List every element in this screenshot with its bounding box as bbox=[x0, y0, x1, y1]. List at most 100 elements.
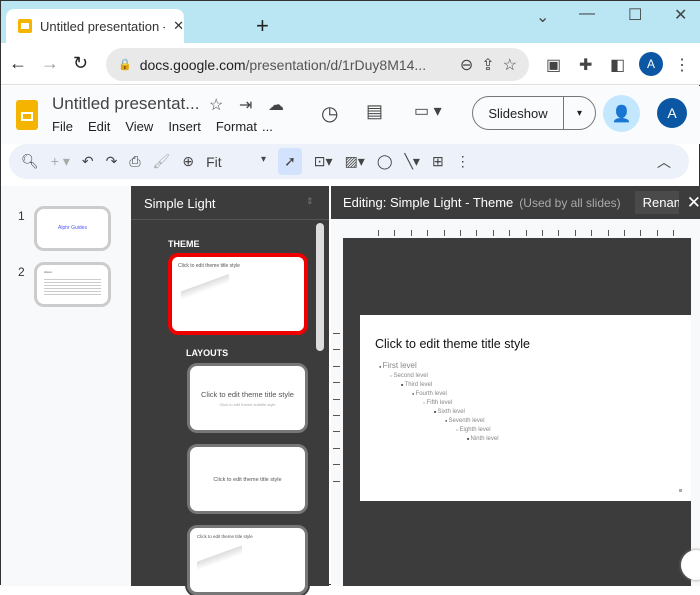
bullet-level-2[interactable]: ○ Second level bbox=[390, 373, 428, 379]
zoom-select[interactable]: Fit ▾ bbox=[206, 154, 266, 170]
slide-title[interactable]: Click to edit theme title style bbox=[375, 337, 530, 351]
ruler-tick bbox=[574, 230, 576, 236]
search-menus-icon[interactable]: 🔍︎ bbox=[21, 153, 39, 170]
layout-section-header[interactable]: Click to edit theme title style bbox=[185, 442, 310, 516]
minimize-button[interactable]: — bbox=[579, 5, 595, 23]
menu-more[interactable]: ... bbox=[262, 119, 273, 134]
theme-master-slide[interactable]: Click to edit theme title style ● First … bbox=[360, 315, 691, 501]
thumb-title: Click to edit theme title style bbox=[213, 477, 282, 483]
paint-format-icon[interactable]: 🖌︎ bbox=[153, 153, 171, 170]
new-tab-button[interactable]: + bbox=[256, 13, 269, 39]
redo-icon[interactable]: ↷ bbox=[106, 153, 118, 170]
editor-heading: Editing: Simple Light - Theme bbox=[343, 195, 514, 210]
version-history-icon[interactable]: ◷ bbox=[321, 101, 338, 126]
browser-menu-icon[interactable]: ⋮ bbox=[674, 55, 690, 75]
thumb-title: Click to edit theme title style bbox=[201, 390, 294, 399]
forward-icon[interactable]: → bbox=[41, 53, 59, 74]
rename-button[interactable]: Rename bbox=[634, 191, 679, 214]
meet-icon[interactable]: ▭ ▾ bbox=[414, 101, 442, 121]
layout-title-slide[interactable]: Click to edit theme title style Click to … bbox=[185, 361, 310, 435]
url-input[interactable]: 🔒 docs.google.com/presentation/d/1rDuy8M… bbox=[106, 48, 529, 81]
undo-icon[interactable]: ↶ bbox=[82, 153, 94, 170]
close-window-button[interactable]: ✕ bbox=[674, 5, 687, 25]
star-icon[interactable]: ☆ bbox=[209, 95, 223, 115]
browser-tab[interactable]: Untitled presentation - Google Slides ✕ bbox=[6, 9, 184, 43]
tab-search-icon[interactable]: ⌄ bbox=[536, 7, 549, 27]
print-icon[interactable]: ⎙ bbox=[129, 153, 140, 170]
menu-file[interactable]: File bbox=[52, 119, 73, 134]
filmstrip: 1 Alphr Guides 2 About bbox=[1, 186, 131, 586]
ruler-tick bbox=[427, 230, 429, 236]
editor-subheading: (Used by all slides) bbox=[519, 195, 621, 210]
bullet-level-9[interactable]: ■ Ninth level bbox=[467, 436, 499, 442]
menu-edit[interactable]: Edit bbox=[88, 119, 110, 134]
bullet-level-3[interactable]: ■ Third level bbox=[401, 382, 432, 388]
shape-icon[interactable]: ◯ bbox=[377, 153, 393, 170]
level-text: Sixth level bbox=[437, 409, 465, 415]
close-tab-icon[interactable]: ✕ bbox=[173, 18, 184, 34]
sort-icon[interactable]: ⇕ bbox=[306, 196, 314, 207]
level-text: Seventh level bbox=[448, 418, 485, 424]
ruler-tick bbox=[492, 230, 494, 236]
theme-label: THEME bbox=[168, 239, 200, 249]
ruler-tick bbox=[378, 230, 379, 236]
ruler-tick bbox=[656, 230, 658, 236]
ruler-tick bbox=[673, 230, 675, 236]
zoom-icon[interactable]: ⊕ bbox=[182, 153, 194, 170]
ruler-tick bbox=[607, 230, 609, 236]
theme-panel-title: Simple Light bbox=[144, 196, 216, 211]
theme-thumbnail[interactable]: Click to edit theme title style bbox=[168, 253, 308, 335]
share-icon[interactable]: ⇪ bbox=[481, 55, 494, 75]
ruler-tick bbox=[558, 230, 560, 236]
thumb-title: Click to edit theme title style bbox=[197, 534, 253, 539]
cloud-saved-icon[interactable]: ☁ bbox=[268, 95, 284, 115]
bullet-level-4[interactable]: ● Fourth level bbox=[412, 391, 447, 397]
ruler-tick bbox=[460, 230, 461, 236]
app-header: Untitled presentat... ☆ ⇥ ☁ File Edit Vi… bbox=[1, 86, 700, 144]
slideshow-button[interactable]: Slideshow ▾ bbox=[472, 96, 596, 130]
share-button[interactable]: 👤 bbox=[603, 95, 640, 132]
close-editor-icon[interactable]: ✕ bbox=[687, 193, 700, 213]
line-icon[interactable]: ╲▾ bbox=[405, 153, 420, 170]
slideshow-dropdown-icon[interactable]: ▾ bbox=[563, 97, 595, 129]
maximize-button[interactable]: ☐ bbox=[628, 5, 642, 25]
extensions-icon[interactable]: ✚ bbox=[579, 55, 592, 75]
more-icon[interactable]: ⋮ bbox=[456, 153, 470, 170]
zoom-icon[interactable]: ⊖ bbox=[460, 55, 473, 75]
slide-number: 1 bbox=[18, 209, 25, 223]
level-text: Second level bbox=[393, 373, 428, 379]
ruler-tick bbox=[410, 230, 412, 236]
ruler-tick bbox=[624, 230, 625, 236]
screenshot-icon[interactable]: ▣ bbox=[546, 55, 561, 75]
new-slide-icon[interactable]: + ▾ bbox=[51, 153, 70, 170]
comments-icon[interactable]: ▤ bbox=[366, 101, 383, 122]
reload-icon[interactable]: ↻ bbox=[73, 53, 88, 74]
bullet-level-8[interactable]: ○ Eighth level bbox=[456, 427, 491, 433]
slide-thumbnail-2[interactable]: About bbox=[34, 262, 111, 307]
move-folder-icon[interactable]: ⇥ bbox=[239, 95, 252, 115]
menu-insert[interactable]: Insert bbox=[168, 119, 201, 134]
bookmark-star-icon[interactable]: ☆ bbox=[503, 55, 517, 75]
profile-avatar[interactable]: A bbox=[639, 52, 663, 76]
scrollbar[interactable] bbox=[316, 223, 324, 351]
select-tool-icon[interactable]: ➚ bbox=[278, 148, 302, 175]
address-bar-row: ← → ↻ 🔒 docs.google.com/presentation/d/1… bbox=[1, 43, 700, 85]
account-avatar[interactable]: A bbox=[657, 98, 687, 128]
text-box-icon[interactable]: ⊡▾ bbox=[314, 153, 333, 170]
menu-view[interactable]: View bbox=[125, 119, 153, 134]
bullet-level-1[interactable]: ● First level bbox=[379, 361, 417, 370]
level-text: Fifth level bbox=[426, 400, 453, 406]
image-icon[interactable]: ▨▾ bbox=[345, 153, 365, 170]
bullet-level-7[interactable]: ● Seventh level bbox=[445, 418, 485, 424]
back-icon[interactable]: ← bbox=[9, 53, 27, 74]
bullet-level-5[interactable]: ○ Fifth level bbox=[423, 400, 452, 406]
side-panel-icon[interactable]: ◧ bbox=[610, 55, 625, 75]
bullet-level-6[interactable]: ■ Sixth level bbox=[434, 409, 465, 415]
menu-bar: File Edit View Insert Format ... bbox=[52, 119, 273, 134]
menu-format[interactable]: Format bbox=[216, 119, 257, 134]
slide-thumbnail-1[interactable]: Alphr Guides bbox=[34, 206, 111, 251]
comment-add-icon[interactable]: ⊞ bbox=[432, 153, 444, 170]
ruler-tick bbox=[509, 230, 511, 236]
document-title[interactable]: Untitled presentat... bbox=[52, 94, 199, 114]
collapse-icon[interactable]: ︿ bbox=[657, 152, 671, 172]
